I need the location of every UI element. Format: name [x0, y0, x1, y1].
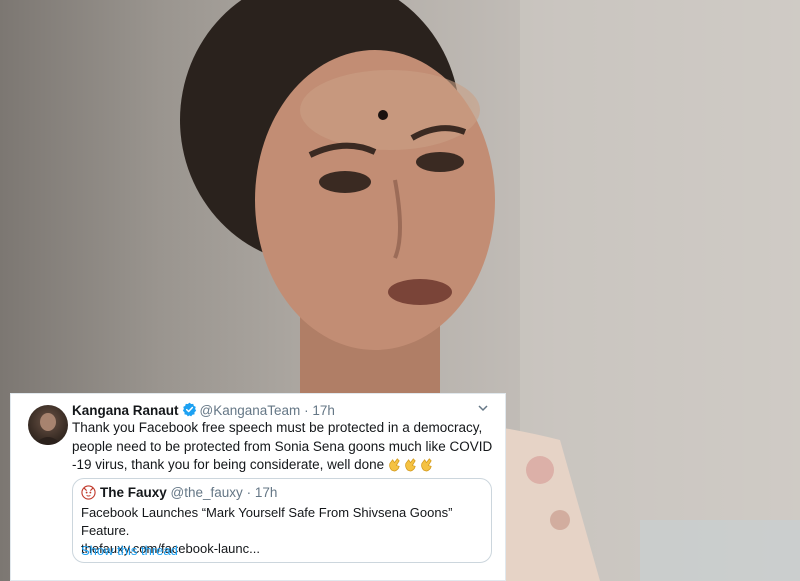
separator-dot: ·: [304, 403, 309, 418]
quoted-tweet[interactable]: The Fauxy @the_fauxy · 17h Facebook Laun…: [72, 478, 492, 563]
author-handle[interactable]: @KanganaTeam: [200, 403, 301, 418]
verified-badge-icon: [182, 402, 197, 420]
clapping-hands-icon: [387, 457, 434, 472]
author-name[interactable]: Kangana Ranaut: [72, 403, 179, 418]
fauxy-logo-icon: [81, 485, 96, 503]
quoted-header: The Fauxy @the_fauxy · 17h: [81, 485, 277, 503]
tweet-body: Thank you Facebook free speech must be p…: [72, 419, 502, 475]
quoted-line-1: Facebook Launches “Mark Yourself Safe Fr…: [81, 505, 453, 538]
quoted-separator: ·: [246, 485, 252, 500]
tweet-header: Kangana Ranaut @KanganaTeam · 17h: [72, 402, 335, 420]
show-thread-link[interactable]: Show this thread: [81, 543, 178, 558]
quoted-time[interactable]: 17h: [255, 485, 278, 500]
quoted-author-name[interactable]: The Fauxy: [100, 485, 167, 500]
author-avatar[interactable]: [28, 405, 68, 445]
tweet-time[interactable]: 17h: [312, 403, 335, 418]
chevron-down-icon[interactable]: [477, 402, 489, 417]
tweet-card[interactable]: Kangana Ranaut @KanganaTeam · 17h Thank …: [10, 393, 506, 581]
quoted-handle[interactable]: @the_fauxy: [171, 485, 243, 500]
